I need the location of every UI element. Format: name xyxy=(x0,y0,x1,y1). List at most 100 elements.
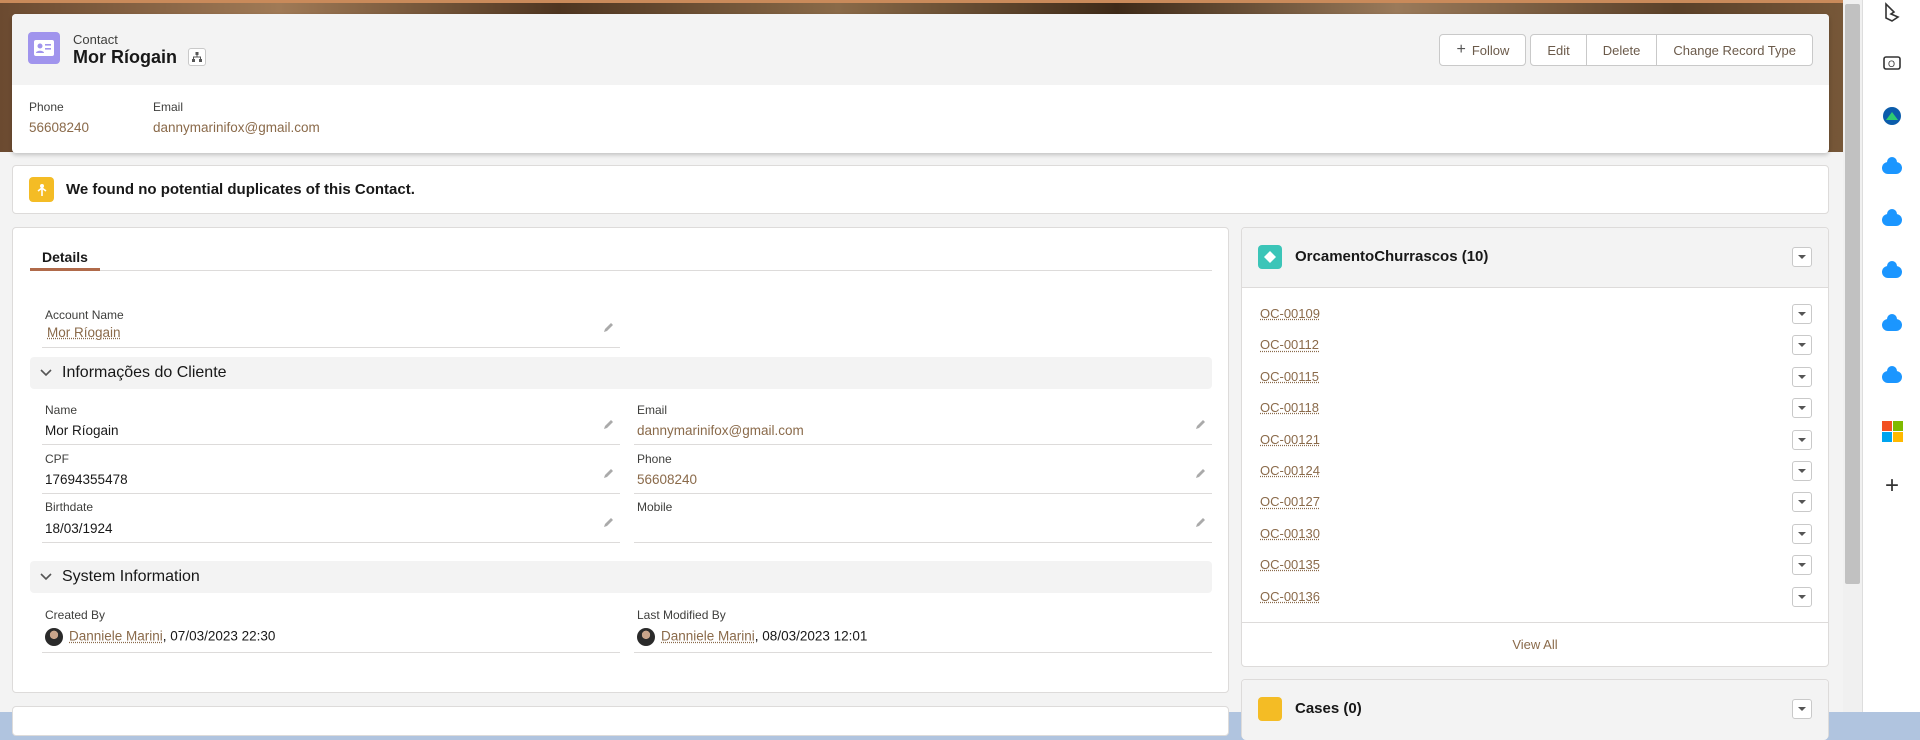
cases-header: Cases (0) xyxy=(1242,680,1828,740)
chevron-down-icon xyxy=(1798,500,1806,505)
highlight-phone-value[interactable]: 56608240 xyxy=(29,120,89,135)
highlight-email-value[interactable]: dannymarinifox@gmail.com xyxy=(153,120,320,135)
record-header-top: Contact Mor Ríogain + Follow Edit Delete… xyxy=(12,14,1829,85)
related-list-row: OC-00109 xyxy=(1260,304,1812,324)
tab-bar: Details xyxy=(30,243,1212,271)
row-menu-button[interactable] xyxy=(1792,304,1812,324)
phone-value[interactable]: 56608240 xyxy=(637,472,697,487)
highlight-phone-label: Phone xyxy=(29,100,64,114)
related-list-row: OC-00135 xyxy=(1260,555,1812,576)
salesforce-cloud-icon[interactable] xyxy=(1880,208,1904,232)
follow-button[interactable]: + Follow xyxy=(1439,34,1527,66)
section-system-information[interactable]: System Information xyxy=(30,561,1212,593)
related-record-link[interactable]: OC-00112 xyxy=(1260,337,1319,352)
object-label: Contact xyxy=(73,32,118,47)
birthdate-field: Birthdate 18/03/1924 xyxy=(42,500,620,543)
related-record-link[interactable]: OC-00136 xyxy=(1260,589,1320,604)
related-list-title[interactable]: OrcamentoChurrascos (10) xyxy=(1295,248,1488,265)
contact-icon xyxy=(28,32,60,64)
related-list-row: OC-00118 xyxy=(1260,398,1812,419)
outlook-icon[interactable]: O xyxy=(1880,51,1904,75)
cpf-field: CPF 17694355478 xyxy=(42,452,620,494)
created-by-date: , 07/03/2023 22:30 xyxy=(162,628,276,644)
section-informacoes-cliente[interactable]: Informações do Cliente xyxy=(30,357,1212,389)
chevron-down-icon xyxy=(1798,563,1806,568)
chevron-down-icon xyxy=(1798,594,1806,599)
created-by-field: Created By Danniele Marini, 07/03/2023 2… xyxy=(42,608,620,653)
pencil-icon[interactable] xyxy=(1194,466,1208,480)
row-menu-button[interactable] xyxy=(1792,366,1812,387)
pencil-icon[interactable] xyxy=(602,515,616,529)
scrollbar-thumb[interactable] xyxy=(1845,4,1860,584)
plus-icon[interactable]: + xyxy=(1880,472,1904,499)
chevron-down-icon xyxy=(1798,406,1806,411)
related-list-row: OC-00127 xyxy=(1260,492,1812,513)
pencil-icon[interactable] xyxy=(1194,515,1208,529)
account-name-label: Account Name xyxy=(45,308,124,322)
related-record-link[interactable]: OC-00135 xyxy=(1260,557,1320,572)
name-field: Name Mor Ríogain xyxy=(42,403,620,445)
created-by-value: Danniele Marini, 07/03/2023 22:30 xyxy=(45,628,275,646)
related-list-row: OC-00115 xyxy=(1260,366,1812,387)
email-field: Email dannymarinifox@gmail.com xyxy=(634,403,1212,445)
phone-label: Phone xyxy=(637,452,672,466)
edit-button[interactable]: Edit xyxy=(1530,34,1587,66)
plus-icon: + xyxy=(1456,41,1466,58)
account-name-link[interactable]: Mor Ríogain xyxy=(47,325,121,340)
cases-menu-button[interactable] xyxy=(1792,699,1812,719)
related-record-link[interactable]: OC-00121 xyxy=(1260,432,1320,447)
email-value[interactable]: dannymarinifox@gmail.com xyxy=(637,423,804,438)
chevron-down-icon xyxy=(1798,437,1806,442)
created-by-user-link[interactable]: Danniele Marini xyxy=(69,629,163,644)
salesforce-cloud-icon[interactable] xyxy=(1880,365,1904,389)
row-menu-button[interactable] xyxy=(1792,555,1812,576)
bing-icon[interactable] xyxy=(1880,0,1904,24)
row-menu-button[interactable] xyxy=(1792,492,1812,513)
related-list-menu-button[interactable] xyxy=(1792,247,1812,267)
salesforce-cloud-icon[interactable] xyxy=(1880,313,1904,337)
related-list-cases: Cases (0) xyxy=(1241,679,1829,740)
related-record-link[interactable]: OC-00130 xyxy=(1260,526,1320,541)
row-menu-button[interactable] xyxy=(1792,429,1812,450)
row-menu-button[interactable] xyxy=(1792,461,1812,481)
name-value: Mor Ríogain xyxy=(45,423,119,438)
highlight-email-label: Email xyxy=(153,100,184,114)
pencil-icon[interactable] xyxy=(1194,417,1208,431)
hierarchy-button[interactable] xyxy=(188,48,206,66)
account-name-field: Account Name Mor Ríogain xyxy=(42,308,620,348)
related-record-link[interactable]: OC-00127 xyxy=(1260,494,1320,509)
next-panel xyxy=(12,706,1229,736)
drive-icon[interactable] xyxy=(1880,104,1904,128)
pencil-icon[interactable] xyxy=(602,320,616,334)
pencil-icon[interactable] xyxy=(602,466,616,480)
avatar xyxy=(637,628,655,646)
chevron-down-icon xyxy=(1798,469,1806,473)
highlight-email: Email dannymarinifox@gmail.com xyxy=(153,100,320,135)
row-menu-button[interactable] xyxy=(1792,335,1812,356)
related-record-link[interactable]: OC-00118 xyxy=(1260,400,1319,415)
related-record-link[interactable]: OC-00115 xyxy=(1260,369,1319,384)
modified-by-date: , 08/03/2023 12:01 xyxy=(754,628,868,644)
chevron-down-icon xyxy=(40,570,54,584)
salesforce-cloud-icon[interactable] xyxy=(1880,156,1904,180)
change-record-type-button[interactable]: Change Record Type xyxy=(1656,34,1813,66)
highlight-phone: Phone 56608240 xyxy=(29,100,89,135)
hierarchy-icon xyxy=(192,52,202,62)
tab-details[interactable]: Details xyxy=(30,243,100,271)
row-menu-button[interactable] xyxy=(1792,523,1812,544)
last-modified-by-value: Danniele Marini, 08/03/2023 12:01 xyxy=(637,628,867,646)
related-record-link[interactable]: OC-00124 xyxy=(1260,463,1320,478)
modified-by-user-link[interactable]: Danniele Marini xyxy=(661,629,755,644)
related-record-link[interactable]: OC-00109 xyxy=(1260,306,1320,321)
row-menu-button[interactable] xyxy=(1792,586,1812,607)
pencil-icon[interactable] xyxy=(602,417,616,431)
last-modified-by-label: Last Modified By xyxy=(637,608,726,622)
email-label: Email xyxy=(637,403,668,417)
view-all-link[interactable]: View All xyxy=(1242,622,1828,666)
delete-button[interactable]: Delete xyxy=(1585,34,1658,66)
row-menu-button[interactable] xyxy=(1792,398,1812,419)
microsoft-icon[interactable] xyxy=(1880,419,1904,443)
follow-label: Follow xyxy=(1471,42,1510,58)
salesforce-cloud-icon[interactable] xyxy=(1880,260,1904,284)
cases-title[interactable]: Cases (0) xyxy=(1295,700,1362,717)
